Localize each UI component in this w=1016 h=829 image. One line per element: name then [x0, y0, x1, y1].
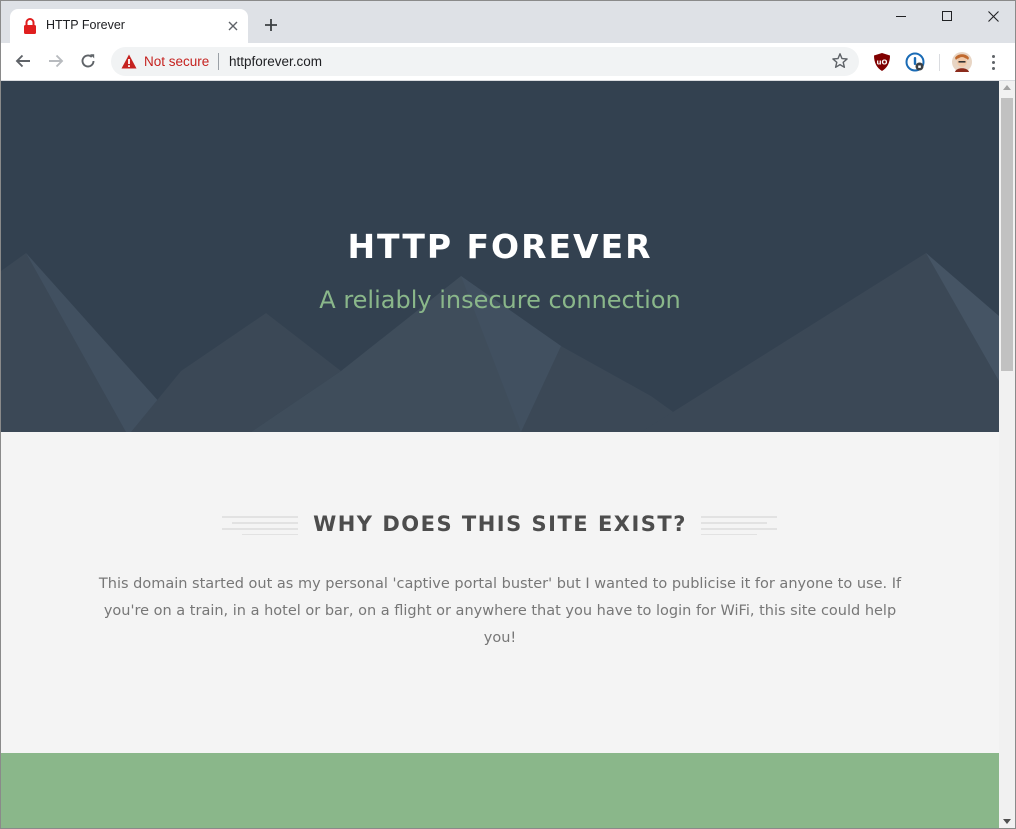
- scrollbar-thumb[interactable]: [1001, 98, 1013, 371]
- why-description: This domain started out as my personal '…: [98, 576, 902, 646]
- hero-banner: HTTP FOREVER A reliably insecure connect…: [1, 81, 999, 432]
- why-heading: WHY DOES THIS SITE EXIST?: [313, 512, 687, 536]
- heading-right-lines: [701, 516, 777, 535]
- browser-toolbar: Not secure httpforever.com uO: [1, 43, 1015, 81]
- url-text[interactable]: httpforever.com: [229, 54, 322, 69]
- vertical-scrollbar[interactable]: [999, 81, 1015, 828]
- new-tab-button[interactable]: [259, 13, 283, 37]
- scroll-up-arrow-icon[interactable]: [1003, 85, 1011, 90]
- scroll-down-arrow-icon[interactable]: [1003, 819, 1011, 824]
- close-icon: [987, 10, 999, 22]
- reload-icon: [81, 54, 95, 68]
- security-label[interactable]: Not secure: [144, 54, 209, 69]
- why-section: WHY DOES THIS SITE EXIST? This domain st…: [1, 432, 999, 753]
- hero-tagline: A reliably insecure connection: [319, 286, 681, 314]
- lock-icon: [24, 18, 36, 34]
- kebab-menu-icon[interactable]: [985, 52, 1001, 72]
- bookmark-star-icon[interactable]: [831, 52, 849, 70]
- close-tab-icon[interactable]: [224, 17, 242, 35]
- maximize-button[interactable]: [924, 1, 970, 31]
- profile-avatar[interactable]: [952, 52, 972, 72]
- minimize-icon: [896, 16, 906, 17]
- back-arrow-icon: [15, 54, 30, 68]
- toolbar-separator: [939, 54, 940, 71]
- svg-text:uO: uO: [877, 59, 888, 67]
- hero-title: HTTP FOREVER: [347, 227, 653, 266]
- ublock-origin-icon[interactable]: uO: [872, 52, 892, 72]
- forward-button[interactable]: [44, 49, 68, 73]
- close-window-button[interactable]: [970, 1, 1015, 31]
- page-viewport: HTTP FOREVER A reliably insecure connect…: [1, 81, 999, 828]
- address-separator: [218, 53, 219, 70]
- back-button[interactable]: [11, 49, 35, 73]
- tab-strip: HTTP Forever: [1, 1, 1015, 43]
- tab-title: HTTP Forever: [46, 18, 125, 32]
- reload-button[interactable]: [76, 49, 100, 73]
- green-band: [1, 753, 999, 828]
- minimize-button[interactable]: [878, 1, 924, 31]
- address-bar[interactable]: Not secure httpforever.com: [111, 47, 859, 76]
- maximize-icon: [942, 11, 952, 21]
- tab-http-forever[interactable]: HTTP Forever: [10, 9, 248, 43]
- plus-icon: [265, 19, 277, 31]
- warning-icon: [121, 54, 137, 69]
- password-manager-icon[interactable]: [905, 52, 925, 72]
- browser-window: HTTP Forever Not secure httpforever.com …: [0, 0, 1016, 829]
- forward-arrow-icon: [49, 54, 64, 68]
